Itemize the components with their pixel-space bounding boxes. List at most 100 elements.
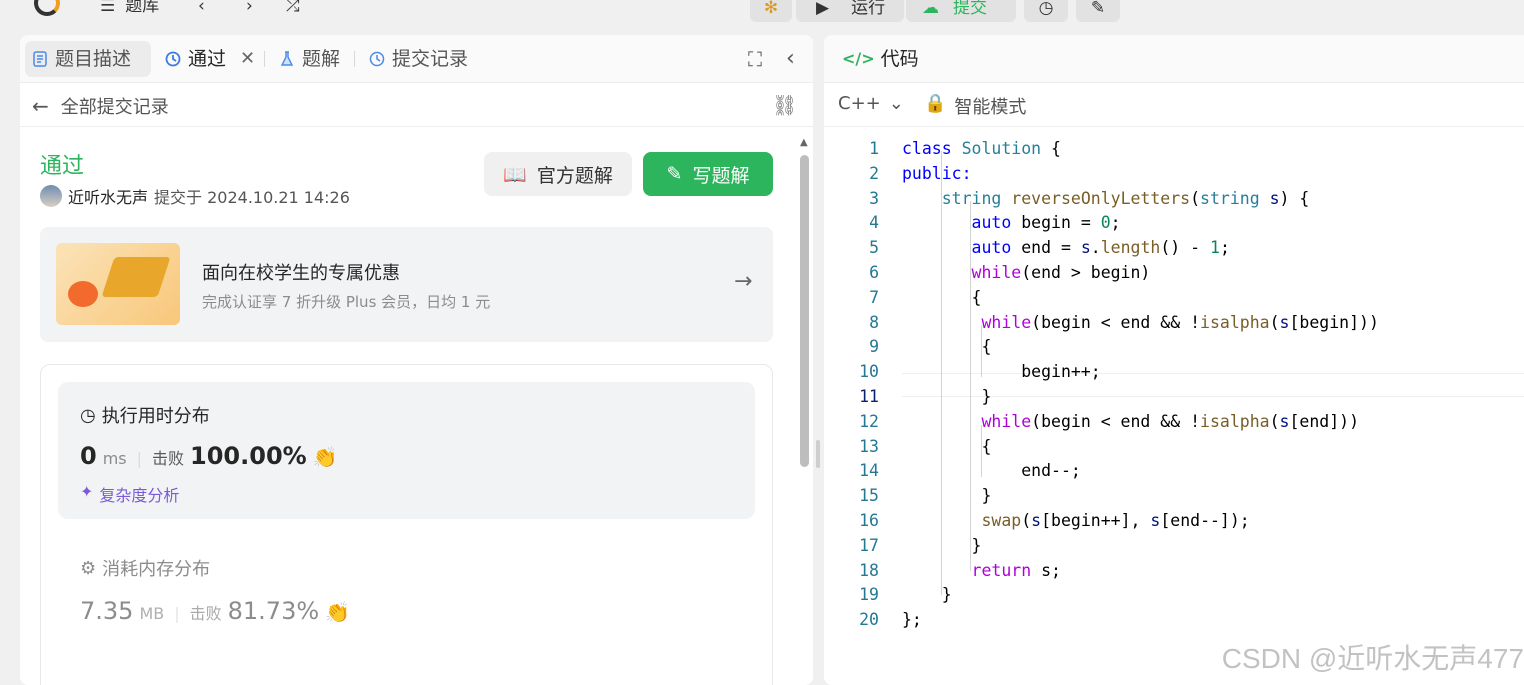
code-line[interactable]: }	[902, 535, 982, 555]
code-token: end--;	[902, 461, 1081, 481]
code-token: isalpha	[1200, 312, 1270, 332]
code-token: string	[941, 188, 1002, 208]
stat-divider: |	[174, 604, 180, 623]
code-token: auto	[971, 238, 1012, 258]
leetcode-logo[interactable]	[34, 0, 60, 16]
scroll-up-icon[interactable]: ▲	[800, 137, 808, 148]
scrollbar-thumb[interactable]	[800, 155, 809, 467]
notes-icon[interactable]: ✎	[1076, 0, 1120, 22]
fullscreen-icon[interactable]: ⛶	[742, 41, 768, 77]
editor-toolbar: C++ ⌄ 🔒 智能模式	[824, 83, 1524, 127]
runtime-section[interactable]: ◷ 执行用时分布 0 ms | 击败 100.00% 👏 ✦ 复杂度分析	[58, 382, 755, 519]
code-line[interactable]: string reverseOnlyLetters(string s) {	[902, 188, 1310, 208]
line-number: 17	[859, 535, 879, 555]
timer-icon[interactable]: ◷	[1024, 0, 1068, 22]
tab-solutions[interactable]: 题解	[272, 41, 346, 77]
line-number: 13	[859, 436, 879, 456]
code-token: isalpha	[1200, 411, 1270, 431]
close-icon[interactable]: ✕	[240, 41, 255, 77]
student-promo-banner[interactable]: 面向在校学生的专属优惠 完成认证享 7 折升级 Plus 会员，日均 1 元 →	[40, 227, 773, 342]
code-token: end =	[1011, 238, 1081, 258]
code-line[interactable]: public:	[902, 164, 972, 183]
tab-accepted[interactable]: 通过 ✕	[158, 41, 261, 77]
code-line[interactable]: swap(s[begin++], s[end--]);	[902, 511, 1249, 530]
code-token: while	[971, 263, 1022, 282]
code-token: begin++;	[902, 362, 1101, 382]
code-token: [begin]))	[1289, 312, 1379, 332]
code-token: .	[1090, 238, 1101, 258]
language-select[interactable]: C++ ⌄	[838, 93, 904, 114]
shuffle-icon[interactable]: ⤮	[286, 0, 300, 18]
memory-unit: MB	[139, 604, 165, 623]
code-line[interactable]: }	[902, 486, 991, 505]
code-token: }	[902, 535, 982, 555]
code-line[interactable]: }	[902, 585, 952, 604]
code-line[interactable]: {	[902, 437, 991, 456]
code-token: ;	[1110, 213, 1121, 233]
link-icon[interactable]: ⛓	[772, 93, 797, 117]
problem-library-button[interactable]: ☰ 题库	[100, 0, 159, 18]
code-line[interactable]: begin++;	[902, 362, 1101, 382]
code-token: 1	[1210, 238, 1220, 258]
tab-code[interactable]: </> 代码	[836, 41, 925, 77]
run-label: 运行	[851, 0, 886, 18]
memory-beats-value: 81.73%	[227, 597, 320, 625]
sparkle-icon: ✦	[80, 482, 94, 501]
book-icon: 📖	[503, 163, 527, 186]
code-token: s;	[1031, 560, 1061, 580]
write-solution-button[interactable]: ✎ 写题解	[643, 152, 773, 196]
code-line[interactable]: {	[902, 288, 982, 307]
code-line[interactable]: return s;	[902, 561, 1061, 580]
runtime-stats: 0 ms | 击败 100.00% 👏	[80, 442, 338, 470]
memory-value: 7.35	[80, 597, 134, 625]
submit-button[interactable]: ☁ 提交	[906, 0, 1016, 22]
code-line[interactable]: while(end > begin)	[902, 263, 1151, 282]
panel-resize-handle[interactable]	[816, 440, 820, 468]
code-line[interactable]: while(begin < end && !isalpha(s[end]))	[902, 412, 1359, 431]
code-token: }	[902, 387, 992, 406]
scrollbar[interactable]: ▲	[798, 137, 811, 685]
top-bar: ☰ 题库 ‹ › ⤮ ✻ ▶ 运行 ☁ 提交 ◷ ✎	[0, 0, 1524, 30]
memory-title: 消耗内存分布	[102, 559, 211, 580]
code-token: [end]))	[1289, 411, 1360, 431]
code-token: swap	[981, 511, 1022, 530]
code-token: () -	[1160, 238, 1210, 258]
code-line[interactable]: auto begin = 0;	[902, 213, 1121, 232]
code-token: s	[1279, 411, 1290, 431]
code-line[interactable]: };	[902, 610, 922, 629]
back-to-all-submissions[interactable]: ← 全部提交记录	[32, 93, 169, 119]
code-token: public:	[902, 163, 972, 183]
tab-description[interactable]: 题目描述	[25, 41, 151, 77]
complexity-analysis-link[interactable]: ✦ 复杂度分析	[80, 482, 179, 506]
code-line[interactable]: while(begin < end && !isalpha(s[begin]))	[902, 312, 1379, 332]
code-token: ) {	[1279, 188, 1310, 208]
code-line[interactable]: class Solution {	[902, 139, 1061, 158]
prev-problem-icon[interactable]: ‹	[198, 0, 205, 18]
user-name[interactable]: 近听水无声	[68, 184, 148, 208]
memory-title-row[interactable]: ⚙ 消耗内存分布	[80, 555, 210, 581]
smart-mode-toggle[interactable]: 🔒 智能模式	[924, 93, 1026, 119]
code-line[interactable]: auto end = s.length() - 1;	[902, 238, 1230, 257]
debug-button[interactable]: ✻	[750, 0, 792, 22]
next-problem-icon[interactable]: ›	[246, 0, 253, 18]
avatar[interactable]	[40, 185, 62, 207]
line-number: 7	[869, 287, 879, 307]
code-line[interactable]: }	[902, 387, 991, 406]
runtime-title: 执行用时分布	[101, 406, 210, 427]
tab-submissions[interactable]: 提交记录	[362, 41, 474, 77]
code-token: auto	[971, 213, 1012, 233]
runtime-beats-label: 击败	[152, 449, 185, 468]
run-button[interactable]: ▶ 运行	[796, 0, 904, 22]
line-number: 9	[869, 337, 879, 357]
line-number: 14	[859, 461, 879, 481]
arrow-right-icon[interactable]: →	[734, 269, 752, 294]
code-line[interactable]: {	[902, 337, 991, 356]
code-line[interactable]: end--;	[902, 461, 1081, 480]
code-token: {	[902, 436, 992, 456]
collapse-panel-icon[interactable]: ‹	[780, 41, 801, 77]
official-solution-button[interactable]: 📖 官方题解	[484, 152, 632, 196]
code-token: s	[1031, 511, 1042, 530]
